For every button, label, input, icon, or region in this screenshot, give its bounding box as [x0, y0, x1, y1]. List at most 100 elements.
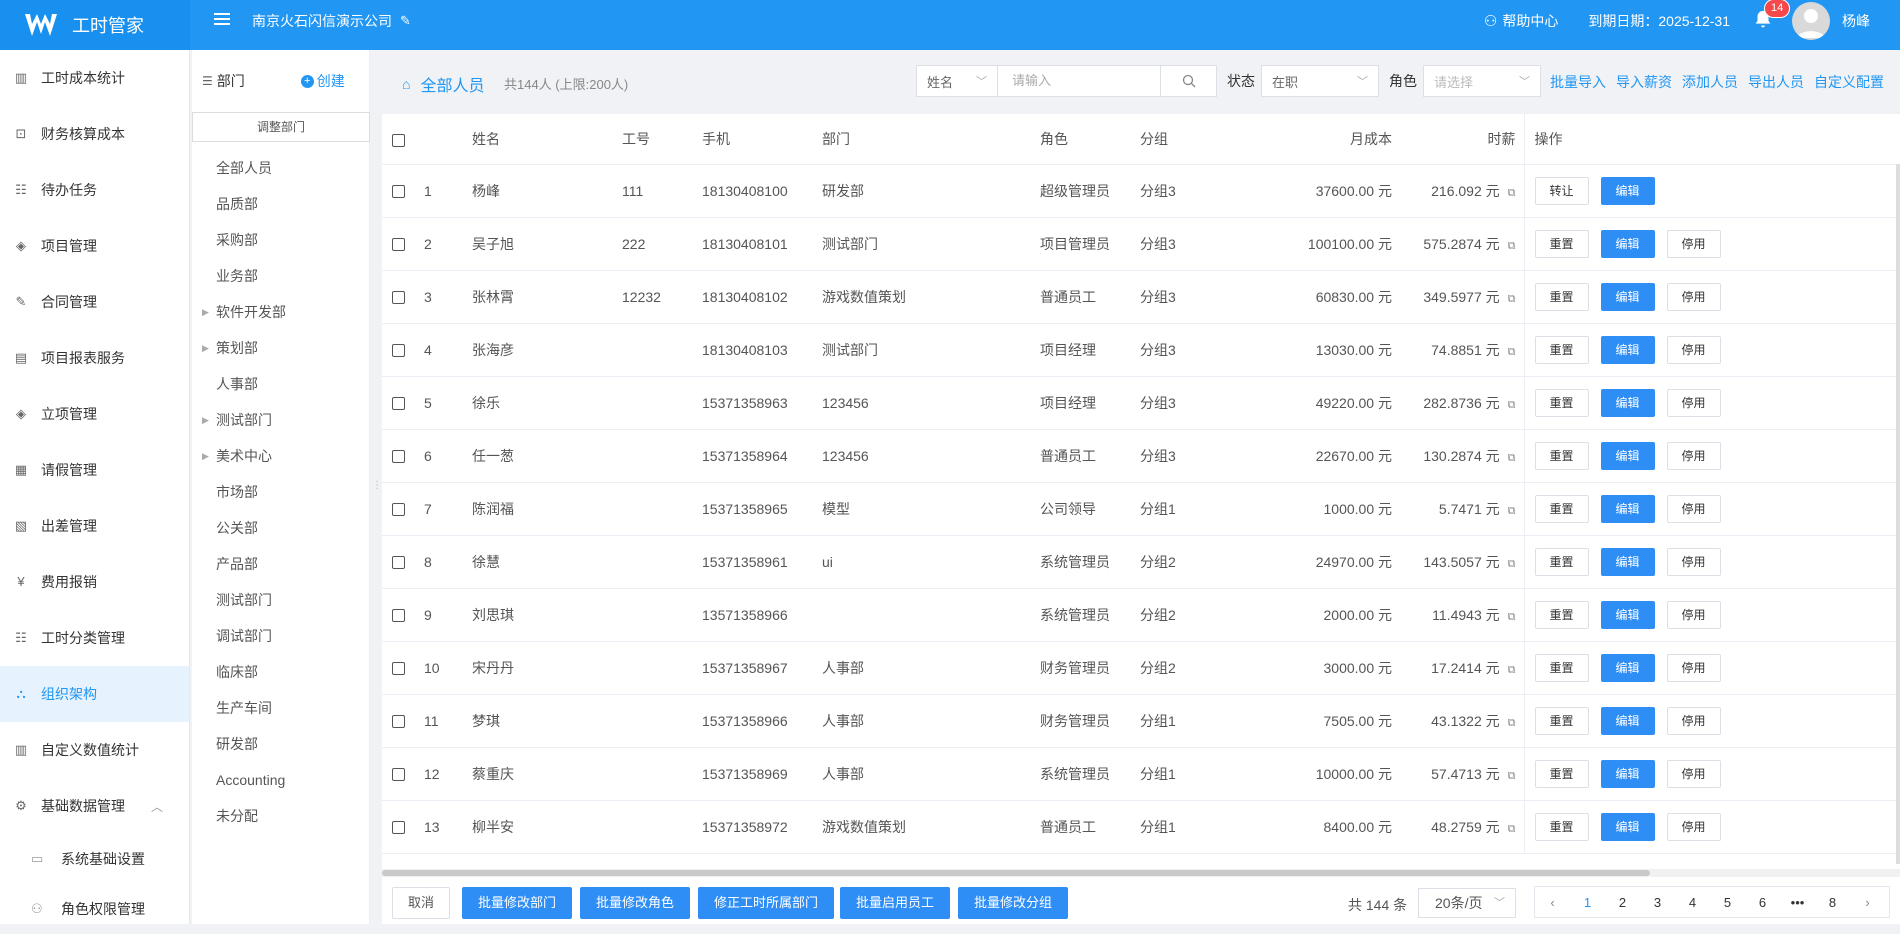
edit-button[interactable]: 编辑	[1600, 335, 1655, 364]
history-icon[interactable]: ⧉	[1508, 240, 1516, 252]
export-person-link[interactable]: 导出人员	[1748, 72, 1804, 92]
reset-button[interactable]: 重置	[1534, 388, 1589, 417]
sidebar-item-org[interactable]: ⛬ 组织架构	[0, 666, 189, 722]
transfer-button[interactable]: 转让	[1534, 176, 1589, 205]
dept-item[interactable]: Accounting	[192, 762, 369, 798]
sidebar-item-reports[interactable]: ▤ 项目报表服务	[0, 330, 189, 386]
table-row[interactable]: 9 刘思琪 13571358966 系统管理员 分组2 2000.00 元 11.4943 …	[382, 588, 1900, 642]
avatar[interactable]	[1792, 2, 1830, 40]
page-number[interactable]: 2	[1605, 895, 1640, 910]
select-all-checkbox[interactable]	[392, 133, 405, 147]
search-input[interactable]: 请输入	[998, 65, 1161, 97]
dept-item[interactable]: 未分配	[192, 798, 369, 834]
edit-button[interactable]: 编辑	[1600, 388, 1655, 417]
vertical-scrollbar[interactable]	[1896, 164, 1900, 864]
dept-item[interactable]: 全部人员	[192, 150, 369, 186]
caret-right-icon[interactable]: ▶	[202, 438, 209, 474]
notification-bell[interactable]: 14	[1752, 0, 1791, 33]
history-icon[interactable]: ⧉	[1508, 399, 1516, 411]
prev-page-icon[interactable]: ‹	[1535, 895, 1570, 910]
disable-button[interactable]: 停用	[1666, 547, 1721, 576]
create-dept-button[interactable]: + 创建	[300, 71, 345, 91]
custom-config-link[interactable]: 自定义配置	[1814, 72, 1884, 92]
batch-enable-button[interactable]: 批量启用员工	[840, 887, 951, 919]
dept-item[interactable]: ▶ 策划部	[192, 330, 369, 366]
edit-button[interactable]: 编辑	[1600, 600, 1655, 629]
history-icon[interactable]: ⧉	[1508, 505, 1516, 517]
row-checkbox[interactable]	[392, 556, 405, 570]
row-checkbox[interactable]	[392, 397, 405, 411]
page-number[interactable]: 1	[1570, 895, 1605, 910]
dept-item[interactable]: ▶ 测试部门	[192, 402, 369, 438]
edit-button[interactable]: 编辑	[1600, 759, 1655, 788]
edit-button[interactable]: 编辑	[1600, 706, 1655, 735]
page-number[interactable]: 3	[1640, 895, 1675, 910]
row-checkbox[interactable]	[392, 238, 405, 252]
dept-item[interactable]: 公关部	[192, 510, 369, 546]
table-row[interactable]: 5 徐乐 15371358963 123456 项目经理 分组3 49220.00 元 282…	[382, 376, 1900, 430]
cancel-button[interactable]: 取消	[392, 887, 451, 919]
row-checkbox[interactable]	[392, 768, 405, 782]
edit-icon[interactable]: ✎	[400, 0, 411, 42]
status-select[interactable]: 在职 ﹀	[1261, 65, 1379, 97]
row-checkbox[interactable]	[392, 503, 405, 517]
batch-import-link[interactable]: 批量导入	[1550, 72, 1606, 92]
sidebar-item-custom-stats[interactable]: ▥ 自定义数值统计	[0, 722, 189, 778]
sidebar-item-initiation[interactable]: ◈ 立项管理	[0, 386, 189, 442]
history-icon[interactable]: ⧉	[1508, 611, 1516, 623]
row-checkbox[interactable]	[392, 662, 405, 676]
reset-button[interactable]: 重置	[1534, 441, 1589, 470]
dept-item[interactable]: 生产车间	[192, 690, 369, 726]
sidebar-item-trip[interactable]: ▧ 出差管理	[0, 498, 189, 554]
table-row[interactable]: 1 杨峰 111 18130408100 研发部 超级管理员 分组3 37600.00 元 21…	[382, 164, 1900, 218]
table-row[interactable]: 4 张海彦 18130408103 测试部门 项目经理 分组3 13030.00 元 74.8…	[382, 323, 1900, 377]
table-row[interactable]: 3 张林霄 12232 18130408102 游戏数值策划 普通员工 分组3 60830.0…	[382, 270, 1900, 324]
dept-item[interactable]: 研发部	[192, 726, 369, 762]
page-number[interactable]: 6	[1745, 895, 1780, 910]
row-checkbox[interactable]	[392, 450, 405, 464]
disable-button[interactable]: 停用	[1666, 759, 1721, 788]
disable-button[interactable]: 停用	[1666, 388, 1721, 417]
disable-button[interactable]: 停用	[1666, 335, 1721, 364]
role-select[interactable]: 请选择 ﹀	[1423, 65, 1541, 97]
disable-button[interactable]: 停用	[1666, 441, 1721, 470]
adjust-dept-button[interactable]: 调整部门	[192, 112, 370, 142]
reset-button[interactable]: 重置	[1534, 653, 1589, 682]
row-checkbox[interactable]	[392, 344, 405, 358]
batch-edit-role-button[interactable]: 批量修改角色	[580, 887, 691, 919]
history-icon[interactable]: ⧉	[1508, 664, 1516, 676]
sidebar-item-todo[interactable]: ☷ 待办任务	[0, 162, 189, 218]
edit-button[interactable]: 编辑	[1600, 441, 1655, 470]
table-row[interactable]: 2 吴子旭 222 18130408101 测试部门 项目管理员 分组3 100100.00 …	[382, 217, 1900, 271]
caret-right-icon[interactable]: ▶	[202, 402, 209, 438]
reset-button[interactable]: 重置	[1534, 229, 1589, 258]
row-checkbox[interactable]	[392, 821, 405, 835]
panel-splitter[interactable]: ⋮	[372, 480, 382, 491]
reset-button[interactable]: 重置	[1534, 759, 1589, 788]
horizontal-scrollbar[interactable]	[382, 869, 1900, 877]
help-center-link[interactable]: ⚇ 帮助中心	[1484, 11, 1558, 31]
history-icon[interactable]: ⧉	[1508, 187, 1516, 199]
history-icon[interactable]: ⧉	[1508, 717, 1516, 729]
company-name[interactable]: 南京火石闪信演示公司 ✎	[252, 0, 411, 42]
dept-item[interactable]: ▶ 美术中心	[192, 438, 369, 474]
brand[interactable]: 工时管家	[0, 0, 190, 50]
history-icon[interactable]: ⧉	[1508, 452, 1516, 464]
row-checkbox[interactable]	[392, 185, 405, 199]
edit-button[interactable]: 编辑	[1600, 547, 1655, 576]
sidebar-subitem-system-settings[interactable]: ▭ 系统基础设置	[0, 834, 189, 884]
reset-button[interactable]: 重置	[1534, 706, 1589, 735]
search-button[interactable]	[1161, 65, 1217, 97]
reset-button[interactable]: 重置	[1534, 494, 1589, 523]
next-page-icon[interactable]: ›	[1850, 895, 1885, 910]
dept-item[interactable]: 人事部	[192, 366, 369, 402]
dept-item[interactable]: 测试部门	[192, 582, 369, 618]
table-row[interactable]: 10 宋丹丹 15371358967 人事部 财务管理员 分组2 3000.00 元 17.2…	[382, 641, 1900, 695]
page-number[interactable]: 4	[1675, 895, 1710, 910]
dept-item[interactable]: 产品部	[192, 546, 369, 582]
batch-edit-group-button[interactable]: 批量修改分组	[958, 887, 1069, 919]
sidebar-item-contracts[interactable]: ✎ 合同管理	[0, 274, 189, 330]
add-person-link[interactable]: 添加人员	[1682, 72, 1738, 92]
reset-button[interactable]: 重置	[1534, 547, 1589, 576]
reset-button[interactable]: 重置	[1534, 335, 1589, 364]
